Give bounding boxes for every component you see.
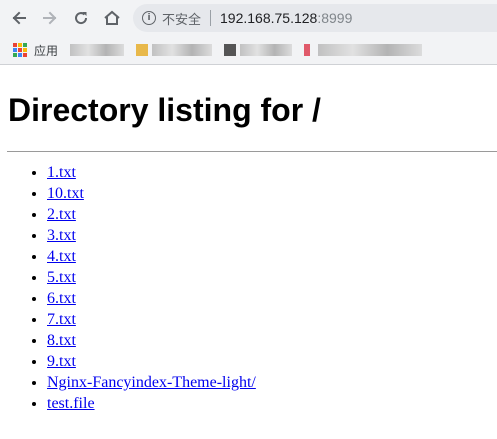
list-item: 2.txt [47,204,497,225]
info-icon[interactable]: i [142,11,156,25]
list-item: Nginx-Fancyindex-Theme-light/ [47,372,497,393]
bookmark-favicon-icon [224,44,237,56]
home-icon [104,10,120,25]
file-link[interactable]: 6.txt [47,290,76,307]
forward-button[interactable] [39,7,61,29]
list-item: 10.txt [47,183,497,204]
list-item: 6.txt [47,288,497,309]
bookmark-favicon-icon [304,44,311,56]
forward-arrow-icon [43,11,57,25]
bookmark-item-blurred[interactable] [240,44,293,56]
bookmarks-bar: 应用 [0,36,497,64]
list-item: 9.txt [47,351,497,372]
apps-grid-icon[interactable] [13,43,27,57]
file-link[interactable]: 9.txt [47,353,76,370]
directory-listing-page: Directory listing for / 1.txt 10.txt 2.t… [0,65,497,414]
file-link[interactable]: 1.txt [47,164,76,181]
list-item: 8.txt [47,330,497,351]
divider [7,151,497,152]
apps-shortcut-label[interactable]: 应用 [34,42,58,59]
address-host[interactable]: 192.168.75.128 [220,10,317,26]
home-button[interactable] [101,7,123,29]
address-port[interactable]: :8999 [317,10,352,26]
list-item: test.file [47,393,497,414]
folder-link[interactable]: Nginx-Fancyindex-Theme-light/ [47,374,256,391]
address-bar[interactable]: i 不安全 192.168.75.128:8999 [133,4,497,32]
file-link[interactable]: 2.txt [47,206,76,223]
file-link[interactable]: 3.txt [47,227,76,244]
list-item: 7.txt [47,309,497,330]
file-list: 1.txt 10.txt 2.txt 3.txt 4.txt 5.txt 6.t… [8,162,497,414]
browser-toolbar: i 不安全 192.168.75.128:8999 [0,0,497,36]
reload-button[interactable] [70,7,92,29]
back-arrow-icon [12,11,26,25]
address-divider [210,10,212,26]
page-title: Directory listing for / [8,92,321,128]
list-item: 3.txt [47,225,497,246]
bookmark-favicon-icon [136,44,149,56]
list-item: 5.txt [47,267,497,288]
bookmark-item-blurred[interactable] [152,44,213,56]
list-item: 4.txt [47,246,497,267]
bookmark-item-blurred[interactable] [70,44,125,56]
security-status-label[interactable]: 不安全 [162,9,201,28]
list-item: 1.txt [47,162,497,183]
file-link[interactable]: 10.txt [47,185,84,202]
file-link[interactable]: 7.txt [47,311,76,328]
file-link[interactable]: test.file [47,395,95,412]
reload-icon [75,12,88,25]
bookmark-item-blurred[interactable] [318,44,423,56]
file-link[interactable]: 8.txt [47,332,76,349]
file-link[interactable]: 4.txt [47,248,76,265]
file-link[interactable]: 5.txt [47,269,76,286]
browser-chrome: i 不安全 192.168.75.128:8999 应用 [0,0,497,65]
back-button[interactable] [8,7,30,29]
